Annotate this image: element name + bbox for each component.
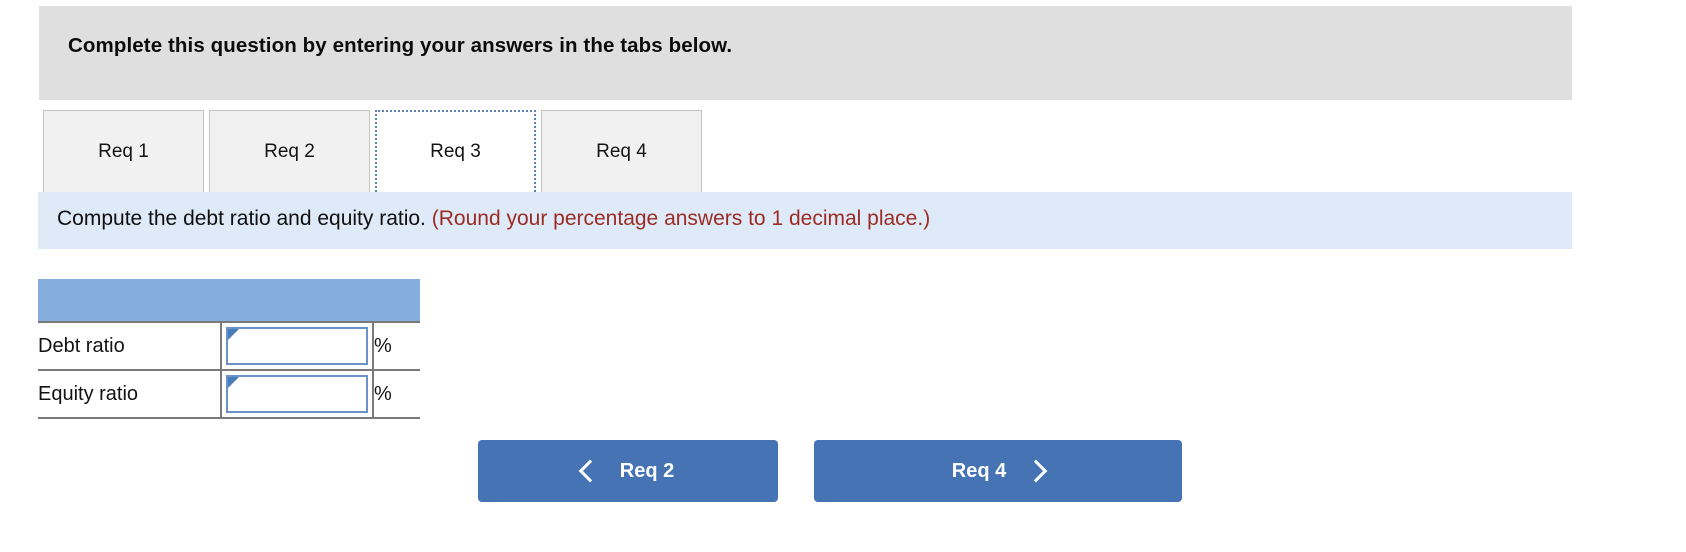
- debt-ratio-input-cell: [220, 321, 373, 371]
- debt-ratio-label: Debt ratio: [38, 321, 221, 371]
- requirement-rounding-note: (Round your percentage answers to 1 deci…: [431, 207, 931, 230]
- instruction-banner-text: Complete this question by entering your …: [68, 34, 733, 57]
- tab-req-4[interactable]: Req 4: [541, 110, 702, 192]
- tab-req-3-label: Req 3: [430, 141, 481, 162]
- requirement-prompt-bar: Compute the debt ratio and equity ratio.…: [38, 192, 1572, 249]
- answer-table: Debt ratio % Equity ratio %: [38, 279, 420, 419]
- tab-req-4-label: Req 4: [596, 140, 647, 162]
- answer-table-header-blank-3: [373, 279, 420, 322]
- next-req-button[interactable]: Req 4: [814, 440, 1182, 502]
- debt-ratio-percent-sign: %: [372, 321, 420, 371]
- navigation-buttons: Req 2 Req 4: [478, 440, 1182, 502]
- equity-ratio-percent-sign: %: [372, 369, 420, 419]
- table-row: Debt ratio %: [38, 321, 420, 371]
- tab-req-3[interactable]: Req 3: [375, 110, 536, 192]
- instruction-banner: Complete this question by entering your …: [39, 6, 1572, 100]
- tab-req-1-label: Req 1: [98, 140, 149, 162]
- tab-req-1[interactable]: Req 1: [43, 110, 204, 192]
- answer-table-header-blank-2: [221, 279, 373, 322]
- debt-ratio-input[interactable]: [226, 327, 368, 365]
- table-row: Equity ratio %: [38, 369, 420, 419]
- debt-ratio-input-wrap: [226, 327, 368, 365]
- prev-req-button[interactable]: Req 2: [478, 440, 778, 502]
- requirement-prompt-main: Compute the debt ratio and equity ratio.: [57, 207, 426, 230]
- tab-req-2-label: Req 2: [264, 140, 315, 162]
- equity-ratio-input[interactable]: [226, 375, 368, 413]
- prev-req-button-label: Req 2: [619, 459, 675, 482]
- answer-table-header-row: [38, 279, 420, 322]
- equity-ratio-label: Equity ratio: [38, 369, 221, 419]
- equity-ratio-input-cell: [220, 369, 373, 419]
- tab-req-2[interactable]: Req 2: [209, 110, 370, 192]
- answer-table-header-blank-1: [38, 279, 221, 322]
- requirement-tabs: Req 1 Req 2 Req 3 Req 4: [43, 110, 707, 192]
- question-page: Complete this question by entering your …: [0, 0, 1686, 552]
- chevron-left-icon: [578, 459, 602, 483]
- equity-ratio-input-wrap: [226, 375, 368, 413]
- chevron-right-icon: [1024, 459, 1048, 483]
- requirement-prompt: Compute the debt ratio and equity ratio.…: [57, 207, 930, 231]
- next-req-button-label: Req 4: [951, 459, 1007, 482]
